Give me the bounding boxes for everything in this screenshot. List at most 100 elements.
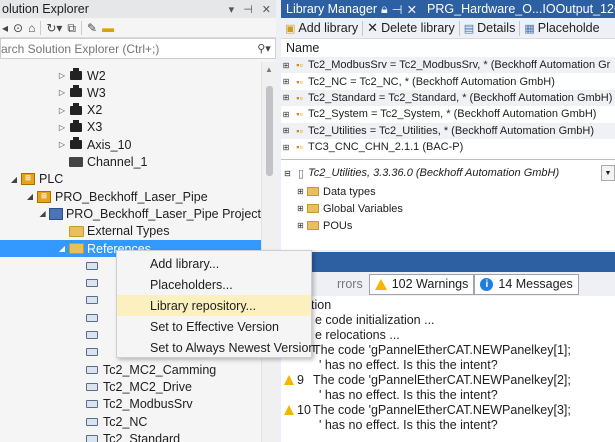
pin-icon[interactable]: ⊣	[243, 3, 253, 16]
expand-arrow-icon[interactable]: ▷	[56, 123, 68, 132]
project-icon	[48, 207, 63, 220]
tree-item[interactable]: External Types	[0, 223, 261, 240]
tree-item-label: PRO_Beckhoff_Laser_Pipe Project	[65, 206, 261, 221]
solution-explorer-panel: olution Explorer ▾ ⊣ ✕ ◂ ⊙ ⌂ ↻▾ ⧉ ✎ ▬ ⚲▾…	[0, 0, 276, 442]
search-input[interactable]	[1, 41, 253, 56]
collapse-arrow-icon[interactable]: ◢	[24, 192, 36, 201]
error-list-row[interactable]: 9 The code 'gPannelEtherCAT.NEWPanelkey[2…	[281, 373, 615, 403]
expand-icon[interactable]: ⊞	[281, 93, 291, 102]
pin-icon[interactable]: ⊣	[392, 2, 403, 17]
collapse-arrow-icon[interactable]: ◢	[8, 175, 20, 184]
expand-icon[interactable]: ⊞	[281, 110, 291, 119]
collapse-arrow-icon[interactable]: ◢	[37, 209, 48, 218]
context-menu-item[interactable]: Placeholders...	[117, 274, 311, 295]
solution-explorer-search[interactable]: ⚲▾	[0, 38, 276, 59]
context-menu-item[interactable]: Set to Always Newest Version	[117, 337, 315, 358]
collapse-icon[interactable]: ⊟	[284, 169, 294, 178]
library-row[interactable]: ⊞ ▪▫ Tc2_System = Tc2_System, * (Beckhoff …	[281, 106, 615, 122]
window-position-icon[interactable]: ▾	[229, 3, 235, 16]
expand-icon[interactable]: ⊞	[297, 221, 307, 230]
tree-item[interactable]: ▷ Axis_10	[0, 136, 261, 153]
context-menu-item[interactable]: Add library...	[117, 253, 311, 274]
scroll-thumb[interactable]	[266, 86, 273, 176]
column-header-name[interactable]: Name	[281, 39, 615, 56]
sync-icon[interactable]: ↻▾	[46, 22, 62, 34]
details-label: Details	[477, 21, 516, 35]
expand-icon[interactable]: ⊞	[297, 187, 307, 196]
detail-item[interactable]: ⊞ Global Variables	[284, 200, 615, 217]
preview-icon[interactable]: ▬	[102, 22, 114, 34]
tree-item[interactable]: ▷ X3	[0, 119, 261, 136]
library-detail-title: Tc2_Utilities, 3.3.36.0 (Beckhoff Automa…	[308, 167, 560, 179]
forward-icon[interactable]: ⊙	[13, 22, 23, 34]
tree-item[interactable]: ▷ W3	[0, 84, 261, 101]
details-button[interactable]: ▤ Details	[460, 19, 520, 38]
messages-filter-button[interactable]: i 14 Messages	[474, 273, 579, 295]
tree-item-label: Channel_1	[87, 155, 148, 169]
library-row[interactable]: ⊞ ▪▫ Tc2_ModbusSrv = Tc2_ModbusSrv, * (Bec…	[281, 57, 615, 74]
row-description-line: The code 'gPannelEtherCAT.NEWPanelkey[2]…	[313, 373, 571, 387]
context-menu-item[interactable]: Library repository...	[117, 295, 311, 316]
expand-icon[interactable]: ⊞	[281, 143, 291, 152]
expand-icon[interactable]: ⊞	[281, 77, 291, 86]
tree-item[interactable]: ◢ ⊞ PLC	[0, 171, 261, 188]
back-icon[interactable]: ◂	[2, 22, 8, 34]
tree-item[interactable]: ▷ W2	[0, 67, 261, 84]
column-header-description[interactable]: tion	[281, 296, 615, 313]
tree-item[interactable]: Tc2_MC2_Camming	[0, 361, 261, 378]
library-row[interactable]: ⊞ ▪▫ TC3_CNC_CHN_2.1.1 (BAC-P)	[281, 139, 615, 155]
detail-item[interactable]: ⊞ POUs	[284, 217, 615, 234]
expand-arrow-icon[interactable]: ▷	[56, 71, 68, 80]
library-row[interactable]: ⊞ ▪▫ Tc2_NC = Tc2_NC, * (Beckhoff Automati…	[281, 73, 615, 89]
error-list-row[interactable]: 10 The code 'gPannelEtherCAT.NEWPanelkey[…	[281, 403, 615, 433]
expand-arrow-icon[interactable]: ▷	[56, 88, 68, 97]
folder-icon	[307, 204, 319, 213]
library-manager-tab[interactable]: Library Manager 🔒︎ ⊣ ✕ PRG_Hardware_O...…	[281, 0, 615, 18]
expand-icon[interactable]: ⊞	[297, 204, 307, 213]
placeholders-label: Placeholde	[537, 21, 600, 35]
tree-item[interactable]: Tc2_MC2_Drive	[0, 378, 261, 395]
tree-item[interactable]: Tc2_NC	[0, 413, 261, 430]
add-library-button[interactable]: ▣ Add library	[281, 19, 362, 38]
warnings-filter-button[interactable]: 102 Warnings	[368, 273, 475, 295]
error-list-row[interactable]: e code initialization ...	[281, 313, 615, 328]
tree-item[interactable]: ◢ ⊞ PRO_Beckhoff_Laser_Pipe	[0, 188, 261, 205]
tab-prg-hardware[interactable]: PRG_Hardware_O...IOOutput_12C	[427, 2, 615, 16]
placeholders-button[interactable]: ▦ Placeholde	[520, 19, 603, 38]
home-icon[interactable]: ⌂	[28, 22, 35, 34]
detail-dropdown-icon[interactable]: ▼	[601, 165, 615, 181]
tree-item[interactable]: Tc2_Standard	[0, 430, 261, 442]
properties-wrench-icon[interactable]: ✎	[87, 22, 97, 34]
search-icon[interactable]: ⚲▾	[253, 42, 275, 55]
library-row[interactable]: ⊞ ▪▫ Tc2_Standard = Tc2_Standard, * (Beckh…	[281, 89, 615, 107]
close-icon[interactable]: ✕	[262, 3, 271, 16]
context-menu-item-label: Library repository...	[150, 298, 257, 313]
error-list-panel: rrors 102 Warnings i 14 Messages tion e …	[281, 252, 615, 442]
context-menu-item[interactable]: Set to Effective Version	[117, 316, 311, 337]
solution-explorer-toolbar: ◂ ⊙ ⌂ ↻▾ ⧉ ✎ ▬	[0, 18, 276, 38]
row-description-line: e code initialization ...	[315, 313, 435, 327]
library-row[interactable]: ⊞ ▪▫ Tc2_Utilities = Tc2_Utilities, * (Bec…	[281, 122, 615, 139]
delete-library-button[interactable]: ✕ Delete library	[363, 19, 459, 38]
error-list-row[interactable]: e relocations ...	[281, 328, 615, 343]
library-reference-icon-glyph	[86, 296, 98, 305]
tree-item-label: X2	[87, 103, 103, 118]
plc-icon: ⊞	[20, 173, 36, 186]
tree-item[interactable]: Tc2_ModbusSrv	[0, 396, 261, 413]
expand-icon[interactable]: ⊞	[281, 61, 291, 70]
error-list-row[interactable]: 8The code 'gPannelEtherCAT.NEWPanelkey[1…	[281, 343, 615, 373]
io-icon	[68, 102, 84, 117]
close-icon[interactable]: ✕	[407, 2, 417, 17]
expand-arrow-icon[interactable]: ▷	[56, 106, 68, 115]
scroll-up-icon[interactable]: ▲	[262, 62, 276, 78]
collapse-arrow-icon[interactable]: ◢	[56, 244, 68, 253]
collapse-all-icon[interactable]: ⧉	[67, 22, 76, 34]
tree-item[interactable]: ◢ PRO_Beckhoff_Laser_Pipe Project	[0, 205, 261, 222]
tree-item[interactable]: Channel_1	[0, 154, 261, 171]
tree-item[interactable]: ▷ X2	[0, 102, 261, 119]
tree-item-label: Tc2_Standard	[103, 431, 181, 442]
delete-library-label: Delete library	[381, 21, 455, 35]
detail-item[interactable]: ⊞ Data types	[284, 183, 615, 200]
expand-arrow-icon[interactable]: ▷	[56, 140, 68, 149]
expand-icon[interactable]: ⊞	[281, 126, 291, 135]
